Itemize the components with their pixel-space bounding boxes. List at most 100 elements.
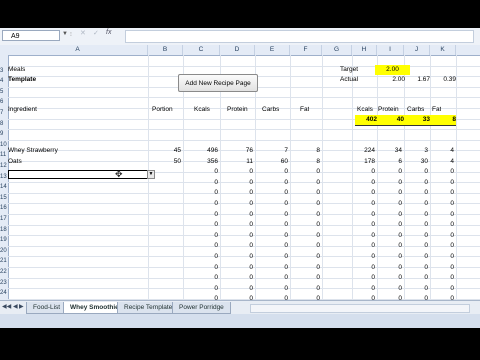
zero-cell[interactable]: 0: [404, 284, 428, 294]
zero-cell[interactable]: 0: [377, 284, 402, 294]
next-sheet-icon[interactable]: ▶: [19, 303, 24, 310]
column-header-i[interactable]: I: [377, 45, 404, 55]
zero-cell[interactable]: 0: [430, 220, 454, 230]
insert-function-icon[interactable]: fx: [106, 29, 111, 36]
zero-cell[interactable]: 0: [352, 178, 375, 188]
zero-cell[interactable]: 0: [352, 263, 375, 273]
row-header[interactable]: 14: [0, 182, 8, 192]
zero-cell[interactable]: 0: [377, 241, 402, 251]
column-header-b[interactable]: B: [148, 45, 183, 55]
zero-cell[interactable]: 0: [220, 188, 253, 198]
column-header-f[interactable]: F: [290, 45, 322, 55]
zero-cell[interactable]: 0: [220, 178, 253, 188]
zero-cell[interactable]: 0: [183, 241, 218, 251]
total-protein[interactable]: 40: [377, 115, 404, 126]
right-kcals-cell[interactable]: 178: [352, 157, 375, 167]
selected-cell-a9[interactable]: [8, 170, 155, 179]
zero-cell[interactable]: 0: [290, 178, 320, 188]
zero-cell[interactable]: 0: [352, 220, 375, 230]
fat-cell[interactable]: 8: [290, 146, 320, 156]
column-header-d[interactable]: D: [220, 45, 255, 55]
right-protein-cell[interactable]: 34: [377, 146, 402, 156]
right-carbs-cell[interactable]: 3: [404, 146, 428, 156]
zero-cell[interactable]: 0: [255, 263, 288, 273]
row-header[interactable]: 16: [0, 203, 8, 213]
name-box[interactable]: A9: [2, 30, 60, 41]
zero-cell[interactable]: 0: [220, 263, 253, 273]
prev-sheet-icon[interactable]: ◀: [13, 303, 18, 310]
row-header[interactable]: 19: [0, 235, 8, 245]
zero-cell[interactable]: 0: [430, 167, 454, 177]
target-value[interactable]: 2.00: [375, 65, 410, 75]
column-header-j[interactable]: J: [404, 45, 430, 55]
column-header-g[interactable]: G: [322, 45, 352, 55]
first-sheet-icon[interactable]: ◀◀: [2, 303, 11, 310]
zero-cell[interactable]: 0: [183, 220, 218, 230]
zero-cell[interactable]: 0: [377, 231, 402, 241]
ingredient-name[interactable]: Whey Strawberry: [8, 146, 58, 156]
zero-cell[interactable]: 0: [352, 210, 375, 220]
actual-value-3[interactable]: 0.39: [430, 75, 456, 85]
row-header[interactable]: 13: [0, 172, 8, 182]
sheet-tab[interactable]: Recipe Template: [117, 302, 180, 314]
zero-cell[interactable]: 0: [352, 188, 375, 198]
row-header[interactable]: 17: [0, 214, 8, 224]
zero-cell[interactable]: 0: [430, 199, 454, 209]
zero-cell[interactable]: 0: [430, 210, 454, 220]
row-header[interactable]: [0, 55, 8, 65]
cancel-icon[interactable]: ✕: [80, 29, 86, 37]
zero-cell[interactable]: 0: [352, 252, 375, 262]
kcals-cell[interactable]: 496: [183, 146, 218, 156]
cell-dropdown-icon[interactable]: ▼: [147, 170, 155, 179]
zero-cell[interactable]: 0: [290, 241, 320, 251]
portion-cell[interactable]: 50: [148, 157, 181, 167]
row-header[interactable]: 5: [0, 87, 8, 97]
right-fat-cell[interactable]: 4: [430, 146, 454, 156]
row-header[interactable]: 6: [0, 97, 8, 107]
zero-cell[interactable]: 0: [404, 241, 428, 251]
zero-cell[interactable]: 0: [290, 220, 320, 230]
formula-input[interactable]: [125, 30, 474, 43]
actual-value-2[interactable]: 1.67: [405, 75, 430, 85]
zero-cell[interactable]: 0: [290, 252, 320, 262]
right-carbs-cell[interactable]: 30: [404, 157, 428, 167]
zero-cell[interactable]: 0: [290, 284, 320, 294]
row-header[interactable]: 9: [0, 129, 8, 139]
protein-cell[interactable]: 76: [220, 146, 253, 156]
zero-cell[interactable]: 0: [377, 188, 402, 198]
horizontal-scrollbar[interactable]: [250, 304, 470, 313]
zero-cell[interactable]: 0: [377, 178, 402, 188]
zero-cell[interactable]: 0: [255, 210, 288, 220]
zero-cell[interactable]: 0: [404, 199, 428, 209]
zero-cell[interactable]: 0: [430, 231, 454, 241]
zero-cell[interactable]: 0: [404, 210, 428, 220]
column-header-h[interactable]: H: [352, 45, 377, 55]
zero-cell[interactable]: 0: [352, 231, 375, 241]
row-header[interactable]: 4: [0, 76, 8, 86]
zero-cell[interactable]: 0: [404, 167, 428, 177]
zero-cell[interactable]: 0: [183, 199, 218, 209]
zero-cell[interactable]: 0: [377, 210, 402, 220]
total-carbs[interactable]: 33: [404, 115, 430, 126]
row-header[interactable]: 15: [0, 193, 8, 203]
zero-cell[interactable]: 0: [183, 263, 218, 273]
zero-cell[interactable]: 0: [220, 220, 253, 230]
zero-cell[interactable]: 0: [430, 263, 454, 273]
zero-cell[interactable]: 0: [183, 210, 218, 220]
total-kcals[interactable]: 402: [355, 115, 377, 126]
column-header-a[interactable]: A: [8, 45, 148, 55]
row-header[interactable]: 7: [0, 108, 8, 118]
zero-cell[interactable]: 0: [220, 210, 253, 220]
zero-cell[interactable]: 0: [352, 241, 375, 251]
kcals-cell[interactable]: 356: [183, 157, 218, 167]
row-header[interactable]: 21: [0, 256, 8, 266]
zero-cell[interactable]: 0: [377, 167, 402, 177]
sheet-tab[interactable]: Food-List: [26, 302, 68, 314]
zero-cell[interactable]: 0: [430, 284, 454, 294]
zero-cell[interactable]: 0: [290, 167, 320, 177]
carbs-cell[interactable]: 60: [255, 157, 288, 167]
zero-cell[interactable]: 0: [183, 188, 218, 198]
actual-value-1[interactable]: 2.00: [375, 75, 405, 85]
zero-cell[interactable]: 0: [220, 284, 253, 294]
total-fat[interactable]: 8: [430, 115, 456, 126]
